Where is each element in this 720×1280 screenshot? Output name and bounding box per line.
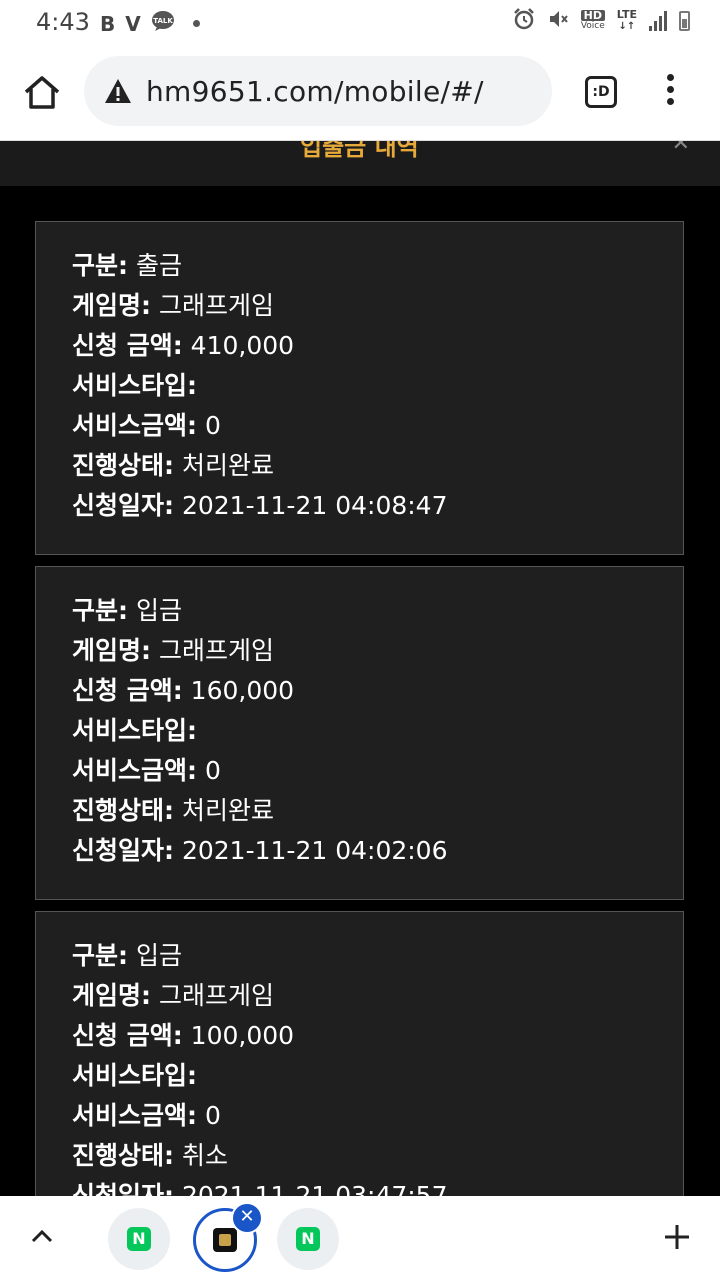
alarm-icon xyxy=(513,8,535,34)
row-amount: 신청 금액: 160,000 xyxy=(72,676,295,705)
browser-toolbar: hm9651.com/mobile/#/ :D xyxy=(0,44,720,141)
url-bar[interactable]: hm9651.com/mobile/#/ xyxy=(84,56,552,126)
row-status: 진행상태: 취소 xyxy=(72,1141,228,1170)
transaction-card-2: 구분: 입금 게임명: 그래프게임 신청 금액: 160,000 서비스타입: … xyxy=(35,566,684,900)
status-bar: 4:43 B V TALK HD Voice LTE ↓↑ xyxy=(0,0,720,44)
row-status: 진행상태: 처리완료 xyxy=(72,451,274,480)
row-service-amount: 서비스금액: 0 xyxy=(72,1101,221,1130)
signal-icon xyxy=(649,11,667,31)
notification-dot-icon xyxy=(192,20,200,27)
row-amount: 신청 금액: 410,000 xyxy=(72,331,295,360)
home-icon xyxy=(24,76,60,109)
transaction-card-3: 구분: 입금 게임명: 그래프게임 신청 금액: 100,000 서비스타입: … xyxy=(35,911,684,1245)
row-service-type: 서비스타입: xyxy=(72,371,198,400)
home-button[interactable] xyxy=(22,74,62,110)
more-menu-button[interactable] xyxy=(660,74,680,110)
naver-icon: N xyxy=(296,1227,320,1251)
row-date: 신청일자: 2021-11-21 04:02:06 xyxy=(72,836,448,865)
mute-icon xyxy=(547,8,569,34)
status-right-icons: HD Voice LTE ↓↑ xyxy=(513,8,690,34)
row-game: 게임명: 그래프게임 xyxy=(72,636,274,665)
row-date: 신청일자: 2021-11-21 04:08:47 xyxy=(72,491,448,520)
row-service-type: 서비스타입: xyxy=(72,716,198,745)
row-status: 진행상태: 처리완료 xyxy=(72,796,274,825)
close-tab-button[interactable]: ✕ xyxy=(231,1202,263,1234)
row-service-amount: 서비스금액: 0 xyxy=(72,756,221,785)
row-game: 게임명: 그래프게임 xyxy=(72,291,274,320)
bottom-tab-bar: N ✕ N xyxy=(0,1196,720,1280)
naver-icon: N xyxy=(127,1227,151,1251)
transaction-card-1: 구분: 출금 게임명: 그래프게임 신청 금액: 410,000 서비스타입: … xyxy=(35,221,684,555)
plus-icon xyxy=(665,1225,689,1249)
new-tab-button[interactable] xyxy=(662,1222,692,1252)
row-amount: 신청 금액: 100,000 xyxy=(72,1021,295,1050)
site-favicon-icon xyxy=(213,1228,237,1252)
warning-icon[interactable] xyxy=(104,78,132,104)
row-type: 구분: 입금 xyxy=(72,596,182,625)
svg-text:TALK: TALK xyxy=(153,17,173,25)
lte-icon: LTE ↓↑ xyxy=(616,8,637,33)
hd-voice-icon: HD Voice xyxy=(580,9,605,31)
row-type: 구분: 입금 xyxy=(72,941,182,970)
expand-tabs-button[interactable] xyxy=(30,1226,54,1246)
battery-icon xyxy=(679,11,690,31)
tab-switcher-button[interactable]: :D xyxy=(585,76,617,108)
tab-naver-1[interactable]: N xyxy=(108,1208,170,1270)
status-time: 4:43 xyxy=(36,8,90,36)
row-type: 구분: 출금 xyxy=(72,251,182,280)
row-service-amount: 서비스금액: 0 xyxy=(72,411,221,440)
more-vert-icon xyxy=(666,74,674,81)
url-text[interactable]: hm9651.com/mobile/#/ xyxy=(146,75,484,108)
page-header: 입출금 내역 ✕ xyxy=(0,141,720,186)
chevron-up-icon xyxy=(31,1229,53,1243)
page-title: 입출금 내역 xyxy=(300,141,419,161)
row-service-type: 서비스타입: xyxy=(72,1061,198,1090)
status-left-icons: B V TALK xyxy=(100,10,200,37)
v-app-icon: V xyxy=(125,11,141,36)
tab-naver-2[interactable]: N xyxy=(277,1208,339,1270)
close-icon[interactable]: ✕ xyxy=(672,141,690,156)
b-app-icon: B xyxy=(100,11,116,36)
talk-icon: TALK xyxy=(151,10,175,37)
row-game: 게임명: 그래프게임 xyxy=(72,981,274,1010)
